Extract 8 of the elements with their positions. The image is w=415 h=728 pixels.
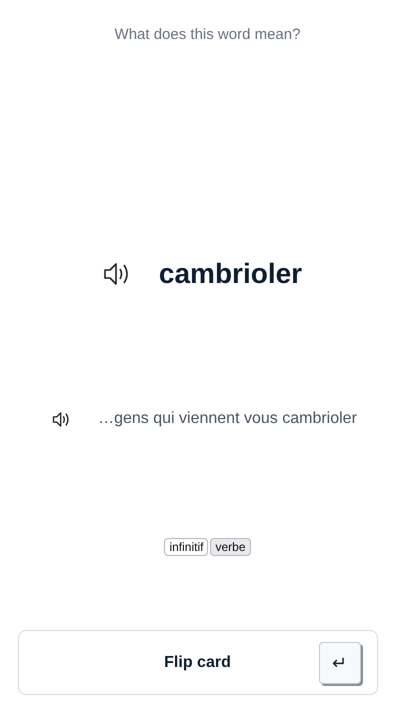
enter-key: ↵ <box>318 642 360 684</box>
flip-card-button[interactable]: Flip card ↵ <box>18 630 378 695</box>
prompt-text: What does this word mean? <box>114 26 300 43</box>
word-heading: cambrioler <box>158 258 302 290</box>
flip-card-label: Flip card <box>164 654 231 672</box>
tag: infinitif <box>164 538 208 556</box>
example-sentence: …gens qui viennent vous cambrioler <box>98 410 357 428</box>
tag: verbe <box>210 538 251 556</box>
